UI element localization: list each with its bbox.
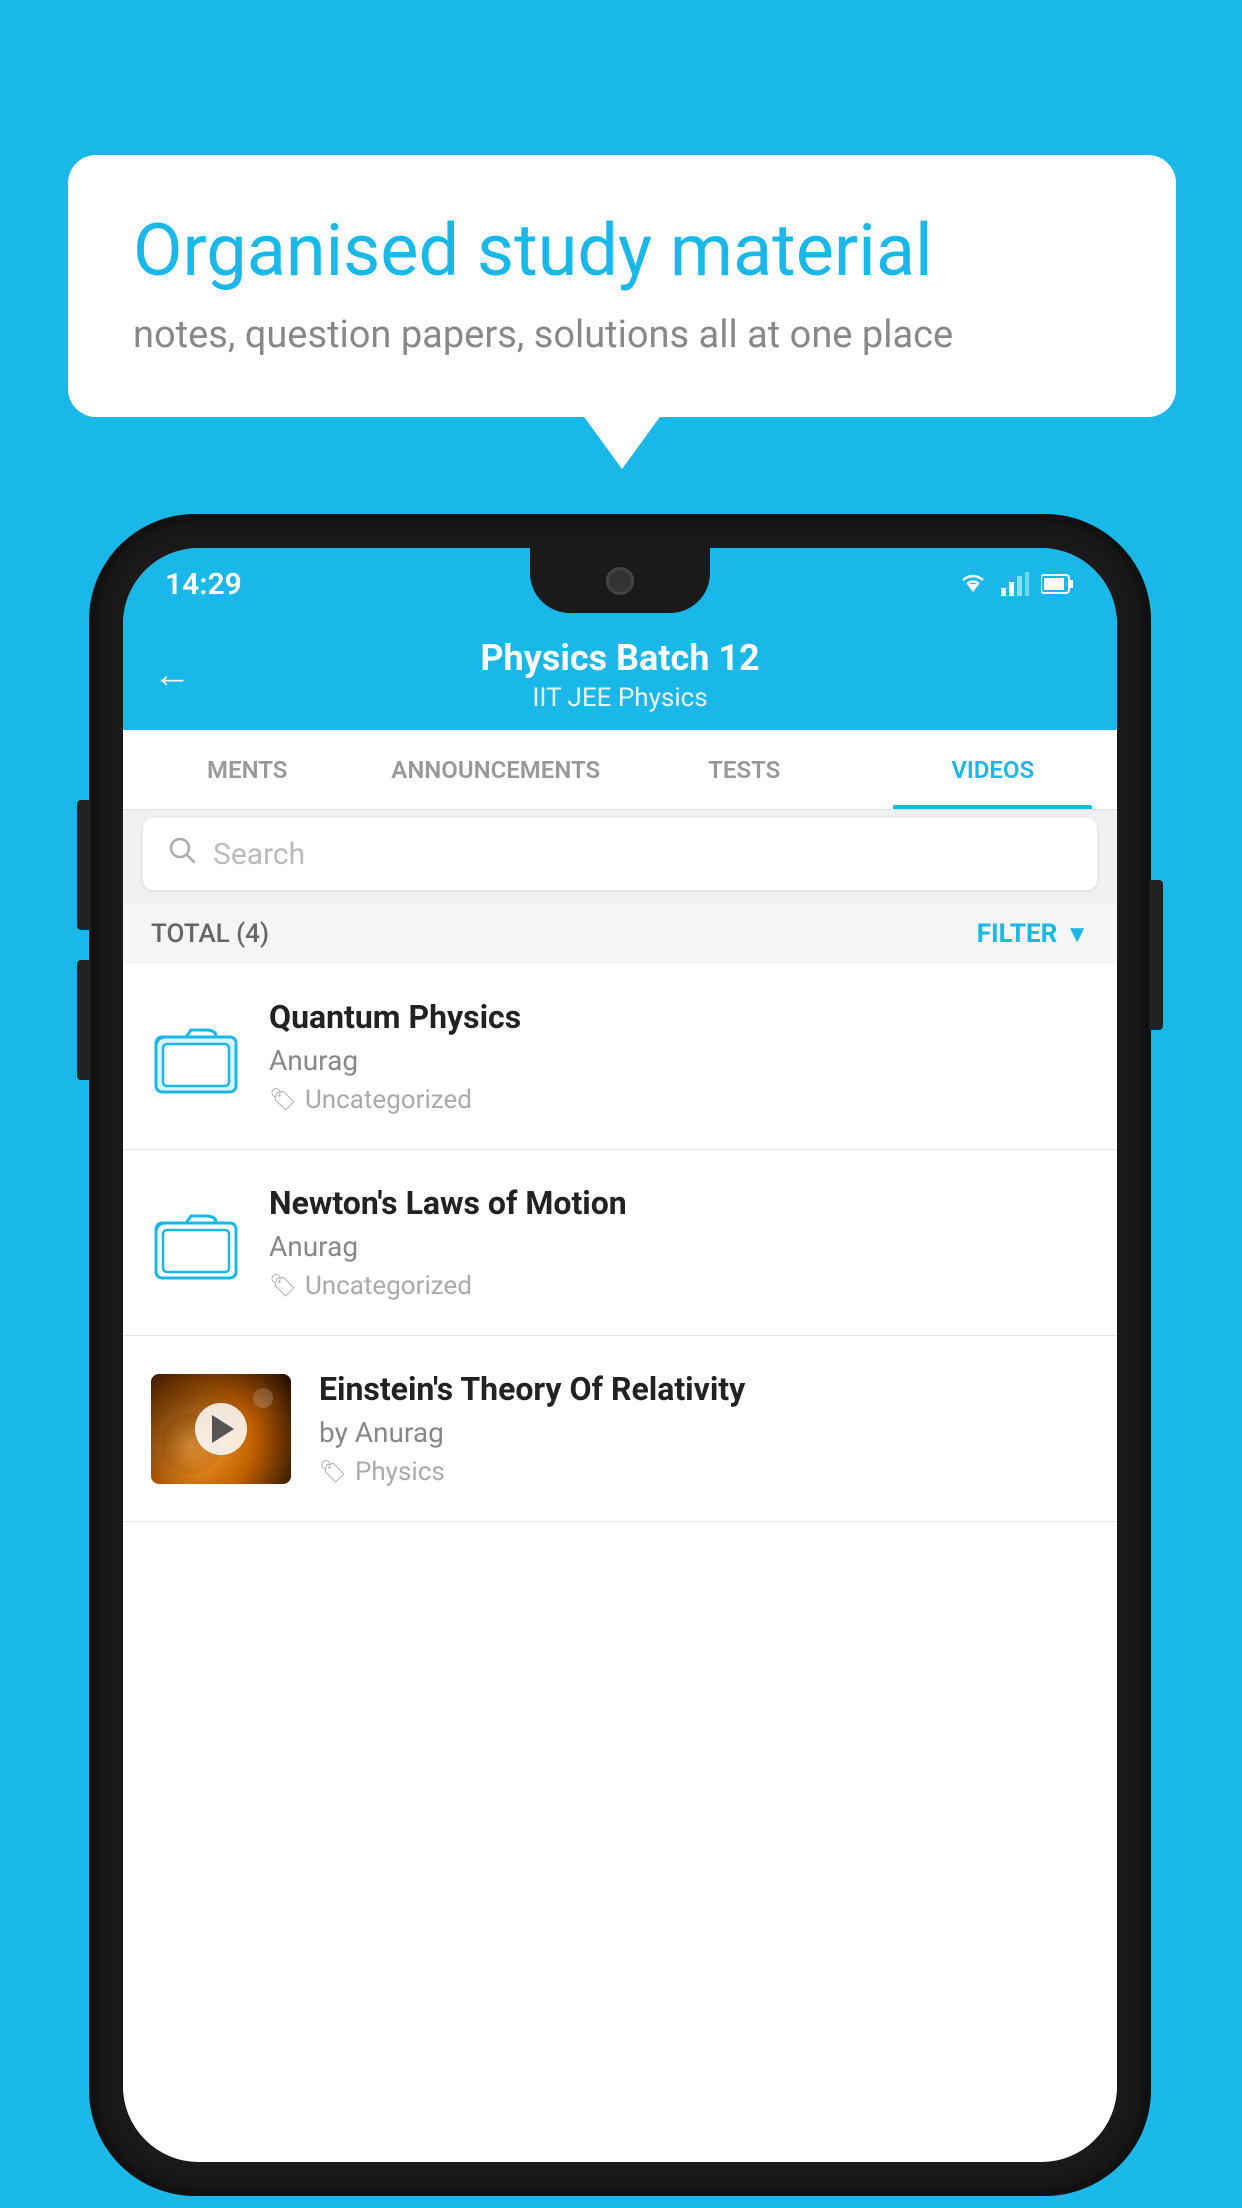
list-item[interactable]: Newton's Laws of Motion Anurag 🏷 Uncateg… [123,1150,1117,1336]
tab-tests[interactable]: TESTS [620,730,869,809]
tab-bar: MENTS ANNOUNCEMENTS TESTS VIDEOS [123,730,1117,810]
search-icon [167,835,197,873]
phone-outer: 14:29 [95,520,1145,2190]
video-info: Einstein's Theory Of Relativity by Anura… [319,1370,1089,1487]
tag-icon: 🏷 [269,1274,297,1299]
phone-screen: 14:29 [123,548,1117,2162]
list-item[interactable]: Einstein's Theory Of Relativity by Anura… [123,1336,1117,1522]
play-button[interactable] [195,1403,247,1455]
tag-icon: 🏷 [269,1088,297,1113]
app-header: ← Physics Batch 12 IIT JEE Physics [123,620,1117,730]
front-camera [606,567,634,595]
folder-thumbnail [151,1012,241,1102]
list-item[interactable]: Quantum Physics Anurag 🏷 Uncategorized [123,964,1117,1150]
folder-icon [151,1198,241,1288]
folder-icon [151,1012,241,1102]
speech-bubble: Organised study material notes, question… [68,155,1176,417]
video-tag: 🏷 Uncategorized [269,1271,1089,1301]
power-button [1149,880,1163,1030]
video-info: Newton's Laws of Motion Anurag 🏷 Uncateg… [269,1184,1089,1301]
search-input[interactable]: Search [213,837,305,872]
speech-bubble-wrapper: Organised study material notes, question… [68,155,1176,417]
total-count: TOTAL (4) [151,919,269,949]
video-author: Anurag [269,1230,1089,1263]
bubble-title: Organised study material [133,210,1111,293]
video-author: by Anurag [319,1416,1089,1449]
tab-assignments[interactable]: MENTS [123,730,372,809]
video-author: Anurag [269,1044,1089,1077]
video-info: Quantum Physics Anurag 🏷 Uncategorized [269,998,1089,1115]
video-thumbnail [151,1374,291,1484]
header-subtitle: IIT JEE Physics [532,683,707,713]
video-list: Quantum Physics Anurag 🏷 Uncategorized [123,964,1117,2162]
filter-icon: ▼ [1065,920,1089,949]
tab-announcements[interactable]: ANNOUNCEMENTS [372,730,621,809]
tag-icon: 🏷 [319,1460,347,1485]
status-time: 14:29 [165,567,242,602]
filter-button[interactable]: FILTER ▼ [977,919,1089,949]
play-icon [212,1415,234,1443]
back-button[interactable]: ← [153,653,191,697]
video-tag: 🏷 Physics [319,1457,1089,1487]
search-bar[interactable]: Search [143,818,1097,890]
video-tag: 🏷 Uncategorized [269,1085,1089,1115]
bubble-subtitle: notes, question papers, solutions all at… [133,313,1111,357]
video-title: Einstein's Theory Of Relativity [319,1370,1089,1408]
wifi-icon [957,572,989,596]
header-title: Physics Batch 12 [480,637,759,679]
filter-bar: TOTAL (4) FILTER ▼ [123,904,1117,964]
battery-icon [1041,573,1075,595]
status-icons [957,572,1075,596]
tab-videos[interactable]: VIDEOS [869,730,1118,809]
phone-mockup: 14:29 [95,520,1145,2190]
signal-icon [1001,572,1029,596]
phone-notch [530,548,710,613]
folder-thumbnail [151,1198,241,1288]
volume-button [77,960,91,1080]
video-title: Newton's Laws of Motion [269,1184,1089,1222]
video-title: Quantum Physics [269,998,1089,1036]
